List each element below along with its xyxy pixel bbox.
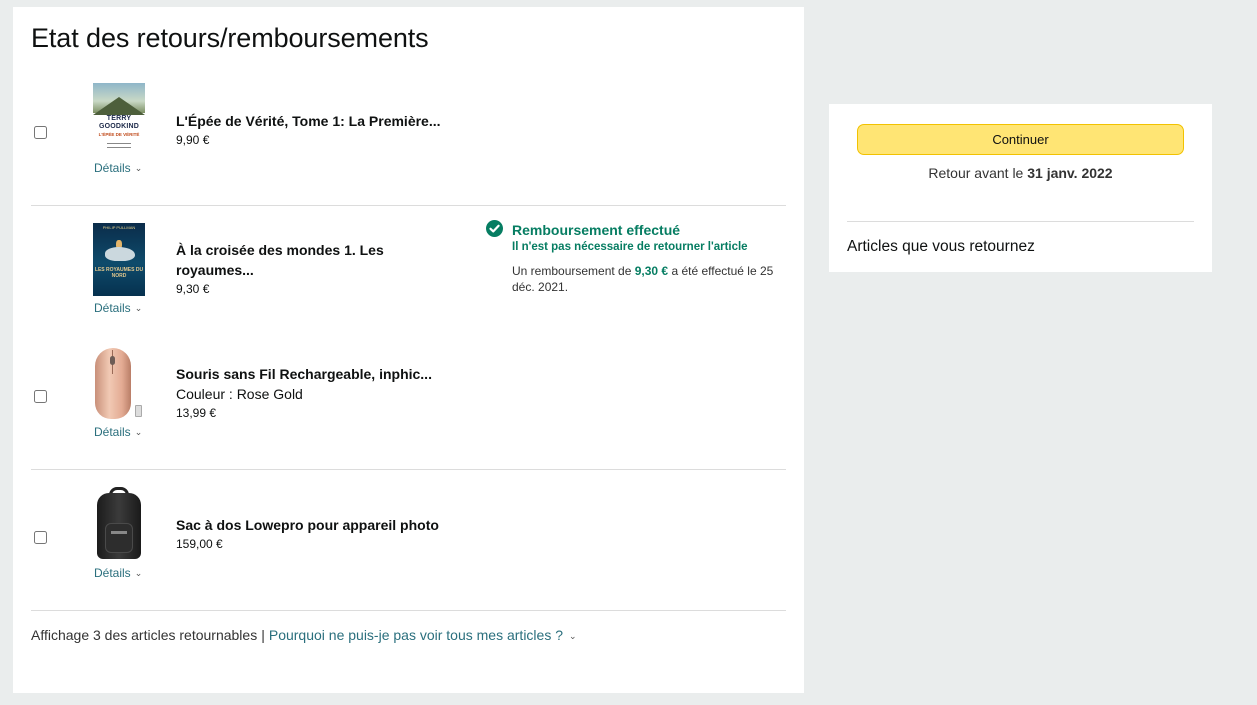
item-info-3: Souris sans Fil Rechargeable, inphic... … [176, 364, 451, 422]
product-image-wireless-mouse[interactable] [93, 347, 145, 422]
details-label: Détails [94, 425, 131, 439]
chevron-down-icon[interactable]: ⌄ [569, 631, 577, 641]
details-label: Détails [94, 566, 131, 580]
chevron-down-icon: ⌄ [134, 568, 143, 578]
item-info-1: L'Épée de Vérité, Tome 1: La Première...… [176, 111, 451, 149]
book-cover-author: TERRY GOODKIND [98, 115, 140, 130]
chevron-down-icon: ⌄ [134, 427, 143, 437]
item-divider [31, 610, 786, 611]
book-cover-title: LES ROYAUMES DU NORD [94, 267, 144, 279]
details-toggle-4[interactable]: Détails ⌄ [94, 566, 142, 580]
return-summary-panel: Continuer Retour avant le 31 janv. 2022 … [829, 104, 1212, 272]
item-info-2: À la croisée des mondes 1. Les royaumes.… [176, 240, 451, 298]
book-cover-author: PHILIP PULLMAN [102, 225, 136, 230]
return-deadline: Retour avant le 31 janv. 2022 [928, 165, 1113, 181]
item-variant: Couleur : Rose Gold [176, 386, 303, 402]
book-cover-title: L'ÉPÉE DE VÉRITÉ [98, 132, 140, 137]
page-title: Etat des retours/remboursements [31, 23, 429, 53]
item-divider [31, 469, 786, 470]
item-checkbox-4[interactable] [34, 531, 47, 544]
returns-status-panel: Etat des retours/remboursements TERRY GO… [13, 7, 804, 693]
item-divider [31, 205, 786, 206]
refund-status-title: Remboursement effectué [512, 222, 681, 238]
return-deadline-date: 31 janv. 2022 [1027, 165, 1113, 181]
details-toggle-3[interactable]: Détails ⌄ [94, 425, 142, 439]
item-checkbox-1[interactable] [34, 126, 47, 139]
item-checkbox-3[interactable] [34, 390, 47, 403]
details-toggle-2[interactable]: Détails ⌄ [94, 301, 142, 315]
item-price: 159,00 € [176, 537, 223, 551]
details-label: Détails [94, 301, 131, 315]
product-image-book-epee-de-verite[interactable]: TERRY GOODKIND L'ÉPÉE DE VÉRITÉ [93, 83, 145, 158]
item-price: 9,90 € [176, 133, 210, 147]
separator: | [261, 627, 265, 643]
details-toggle-1[interactable]: Détails ⌄ [94, 161, 142, 175]
returnable-count-text: Affichage 3 des articles retournables [31, 627, 258, 643]
refund-message: Un remboursement de 9,30 € a été effectu… [512, 264, 774, 294]
chevron-down-icon: ⌄ [134, 163, 143, 173]
check-circle-icon [486, 220, 503, 237]
item-title[interactable]: L'Épée de Vérité, Tome 1: La Première... [176, 111, 451, 131]
item-price: 9,30 € [176, 282, 210, 296]
product-image-book-royaumes-du-nord[interactable]: PHILIP PULLMAN LES ROYAUMES DU NORD [93, 223, 145, 296]
item-info-4: Sac à dos Lowepro pour appareil photo 15… [176, 515, 451, 553]
item-title[interactable]: Sac à dos Lowepro pour appareil photo [176, 515, 451, 535]
returning-items-title: Articles que vous retournez [847, 238, 1035, 255]
continue-button[interactable]: Continuer [857, 124, 1184, 155]
why-not-all-items-link[interactable]: Pourquoi ne puis-je pas voir tous mes ar… [269, 627, 563, 643]
refund-amount: 9,30 € [634, 264, 669, 278]
product-image-camera-backpack[interactable] [93, 487, 145, 562]
chevron-down-icon: ⌄ [134, 303, 143, 313]
item-title[interactable]: À la croisée des mondes 1. Les royaumes.… [176, 240, 451, 280]
item-price: 13,99 € [176, 406, 217, 420]
item-title[interactable]: Souris sans Fil Rechargeable, inphic... [176, 364, 451, 384]
refund-status-subtitle: Il n'est pas nécessaire de retourner l'a… [512, 241, 748, 253]
returnable-count-note: Affichage 3 des articles retournables | Po… [31, 627, 577, 643]
details-label: Détails [94, 161, 131, 175]
side-divider [847, 221, 1194, 222]
